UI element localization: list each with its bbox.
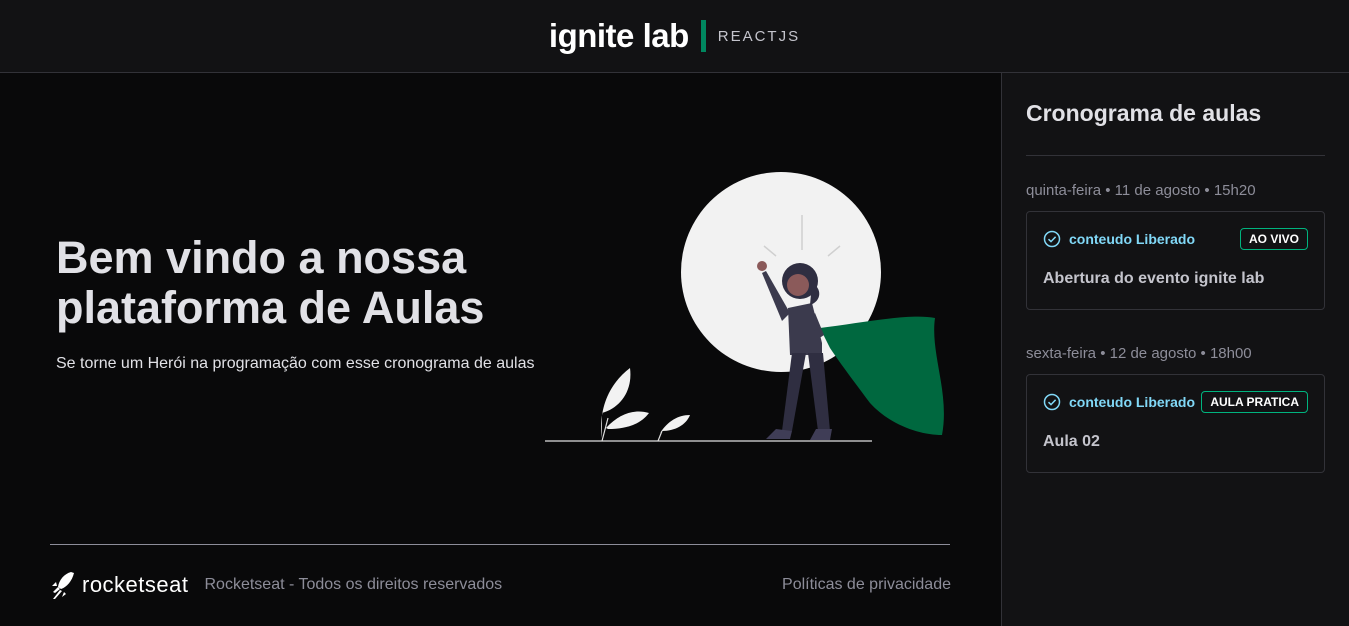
top-header: ignite lab REACTJS: [0, 0, 1349, 73]
hero-shoe: [810, 429, 832, 440]
hero-cape: [820, 316, 944, 435]
superhero-illustration: [545, 172, 944, 442]
copyright-text: Rocketseat - Todos os direitos reservado…: [204, 576, 503, 593]
lesson-status-text: conteudo Liberado: [1069, 394, 1195, 410]
plant-stem: [657, 430, 663, 442]
lesson-title: Abertura do evento ignite lab: [1043, 270, 1265, 287]
logo-subtitle: REACTJS: [717, 27, 801, 45]
rocketseat-logo[interactable]: rocketseat: [50, 570, 189, 600]
plant-leaf: [660, 415, 690, 433]
privacy-policy-link[interactable]: Políticas de privacidade: [782, 576, 951, 594]
check-circle-icon: [1043, 393, 1061, 411]
hero-leg: [808, 353, 830, 431]
lesson-status-row: conteudo Liberado AO VIVO: [1043, 228, 1308, 250]
lesson-card[interactable]: conteudo Liberado AULA PRATICA Aula 02: [1026, 374, 1325, 473]
rocketseat-wordmark: rocketseat: [82, 572, 189, 597]
lesson-status: conteudo Liberado: [1043, 230, 1195, 248]
main-content: Bem vindo a nossa plataforma de Aulas Se…: [0, 73, 1001, 626]
lesson-status: conteudo Liberado: [1043, 393, 1195, 411]
footer: rocketseat Rocketseat - Todos os direito…: [50, 570, 951, 600]
ignite-lab-logo[interactable]: ignite lab: [549, 17, 689, 55]
lesson-type-badge: AULA PRATICA: [1201, 391, 1308, 413]
rocketseat-logo-icon: [52, 572, 74, 599]
hero-subtitle: Se torne um Herói na programação com ess…: [56, 355, 535, 372]
lesson-status-text: conteudo Liberado: [1069, 231, 1195, 247]
hero-title: Bem vindo a nossa plataforma de Aulas: [56, 232, 485, 333]
logo-divider: [700, 20, 706, 52]
lesson-date: sexta-feira • 12 de agosto • 18h00: [1026, 345, 1252, 362]
hero-face: [787, 274, 809, 296]
plant-leaf: [606, 411, 649, 429]
footer-divider: [50, 544, 950, 545]
lesson-card[interactable]: conteudo Liberado AO VIVO Abertura do ev…: [1026, 211, 1325, 310]
lesson-title: Aula 02: [1043, 433, 1100, 450]
schedule-sidebar: Cronograma de aulas quinta-feira • 11 de…: [1001, 73, 1349, 626]
plant-stem: [601, 417, 609, 442]
lesson-status-row: conteudo Liberado AULA PRATICA: [1043, 391, 1308, 413]
sidebar-title: Cronograma de aulas: [1026, 100, 1325, 156]
hero-fist: [757, 261, 767, 271]
check-circle-icon: [1043, 230, 1061, 248]
lesson-type-badge: AO VIVO: [1239, 228, 1308, 250]
lesson-date: quinta-feira • 11 de agosto • 15h20: [1026, 182, 1256, 199]
